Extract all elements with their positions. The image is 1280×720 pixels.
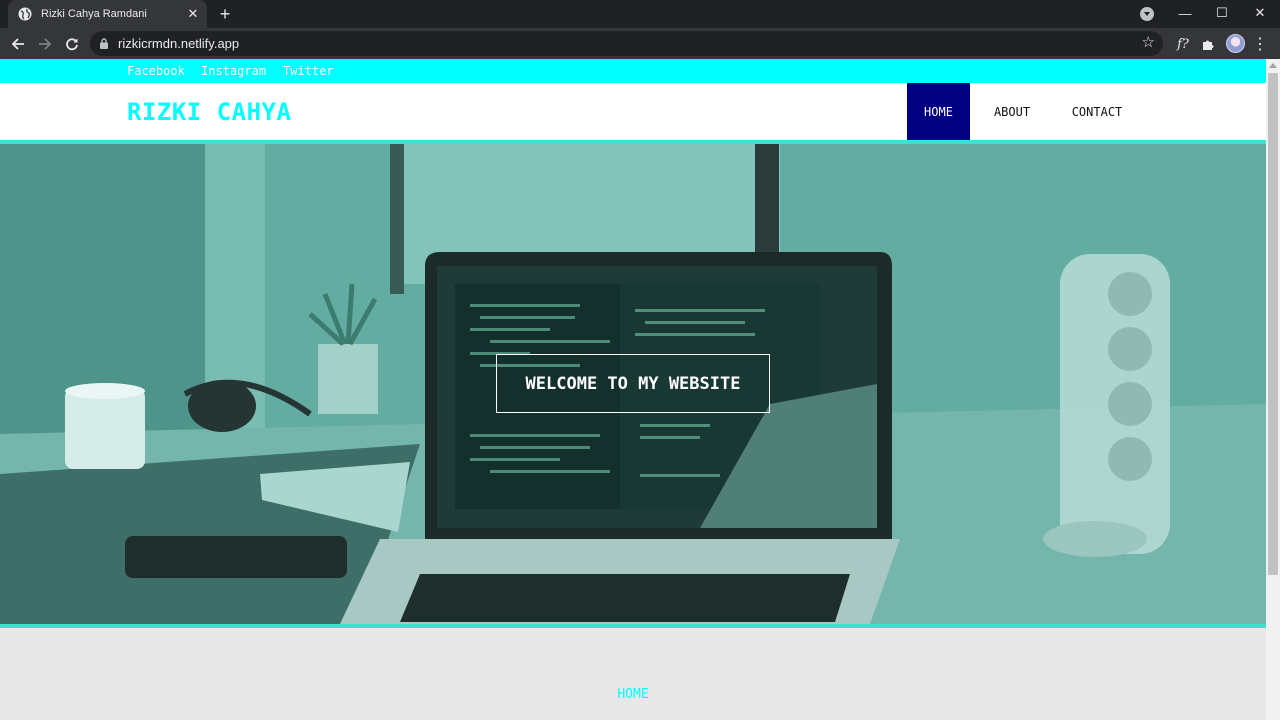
facebook-link[interactable]: Facebook bbox=[127, 64, 185, 78]
welcome-banner: WELCOME TO MY WEBSITE bbox=[496, 354, 770, 413]
tab-title: Rizki Cahya Ramdani bbox=[41, 8, 147, 20]
hero-banner: WELCOME TO MY WEBSITE bbox=[0, 144, 1266, 624]
bookmark-star-icon[interactable]: ☆ bbox=[1142, 35, 1155, 51]
tab-close-icon[interactable]: ✕ bbox=[185, 6, 201, 22]
section-title-home: HOME bbox=[617, 687, 649, 702]
scroll-up-arrow-icon[interactable] bbox=[1269, 63, 1277, 68]
globe-icon bbox=[18, 7, 32, 21]
page-scrollbar[interactable] bbox=[1266, 59, 1280, 720]
address-bar[interactable]: rizkicrmdn.netlify.app ☆ bbox=[90, 31, 1163, 56]
browser-menu-icon[interactable]: ⋮ bbox=[1252, 34, 1268, 54]
forward-icon[interactable] bbox=[34, 33, 56, 55]
new-tab-button[interactable]: + bbox=[216, 5, 234, 23]
site-header: RIZKI CAHYA HOME ABOUT CONTACT bbox=[0, 83, 1266, 140]
reload-icon[interactable] bbox=[61, 33, 83, 55]
nav-contact[interactable]: CONTACT bbox=[1060, 83, 1134, 140]
minimize-button[interactable]: — bbox=[1174, 3, 1196, 23]
browser-toolbar: rizkicrmdn.netlify.app ☆ f? ⋮ bbox=[0, 28, 1280, 59]
close-window-button[interactable]: ✕ bbox=[1249, 3, 1271, 23]
profile-avatar[interactable] bbox=[1226, 34, 1245, 53]
instagram-link[interactable]: Instagram bbox=[201, 64, 266, 78]
extensions-puzzle-icon[interactable] bbox=[1199, 34, 1217, 54]
scroll-thumb[interactable] bbox=[1268, 73, 1278, 575]
twitter-link[interactable]: Twitter bbox=[283, 64, 334, 78]
browser-tab-strip: Rizki Cahya Ramdani ✕ + — ☐ ✕ bbox=[0, 0, 1280, 28]
hero-divider bbox=[0, 624, 1266, 628]
browser-tab-active[interactable]: Rizki Cahya Ramdani ✕ bbox=[8, 0, 207, 28]
nav-about[interactable]: ABOUT bbox=[980, 83, 1044, 140]
lock-icon bbox=[100, 38, 108, 49]
welcome-heading: WELCOME TO MY WEBSITE bbox=[525, 373, 741, 394]
font-extension-icon[interactable]: f? bbox=[1173, 34, 1193, 54]
page-viewport: Facebook Instagram Twitter RIZKI CAHYA H… bbox=[0, 59, 1266, 720]
site-logo[interactable]: RIZKI CAHYA bbox=[127, 98, 291, 126]
maximize-button[interactable]: ☐ bbox=[1211, 3, 1233, 23]
url-text: rizkicrmdn.netlify.app bbox=[118, 36, 240, 51]
tab-search-icon[interactable] bbox=[1140, 7, 1154, 21]
nav-home[interactable]: HOME bbox=[907, 83, 970, 140]
back-icon[interactable] bbox=[7, 33, 29, 55]
social-topbar: Facebook Instagram Twitter bbox=[0, 59, 1266, 83]
